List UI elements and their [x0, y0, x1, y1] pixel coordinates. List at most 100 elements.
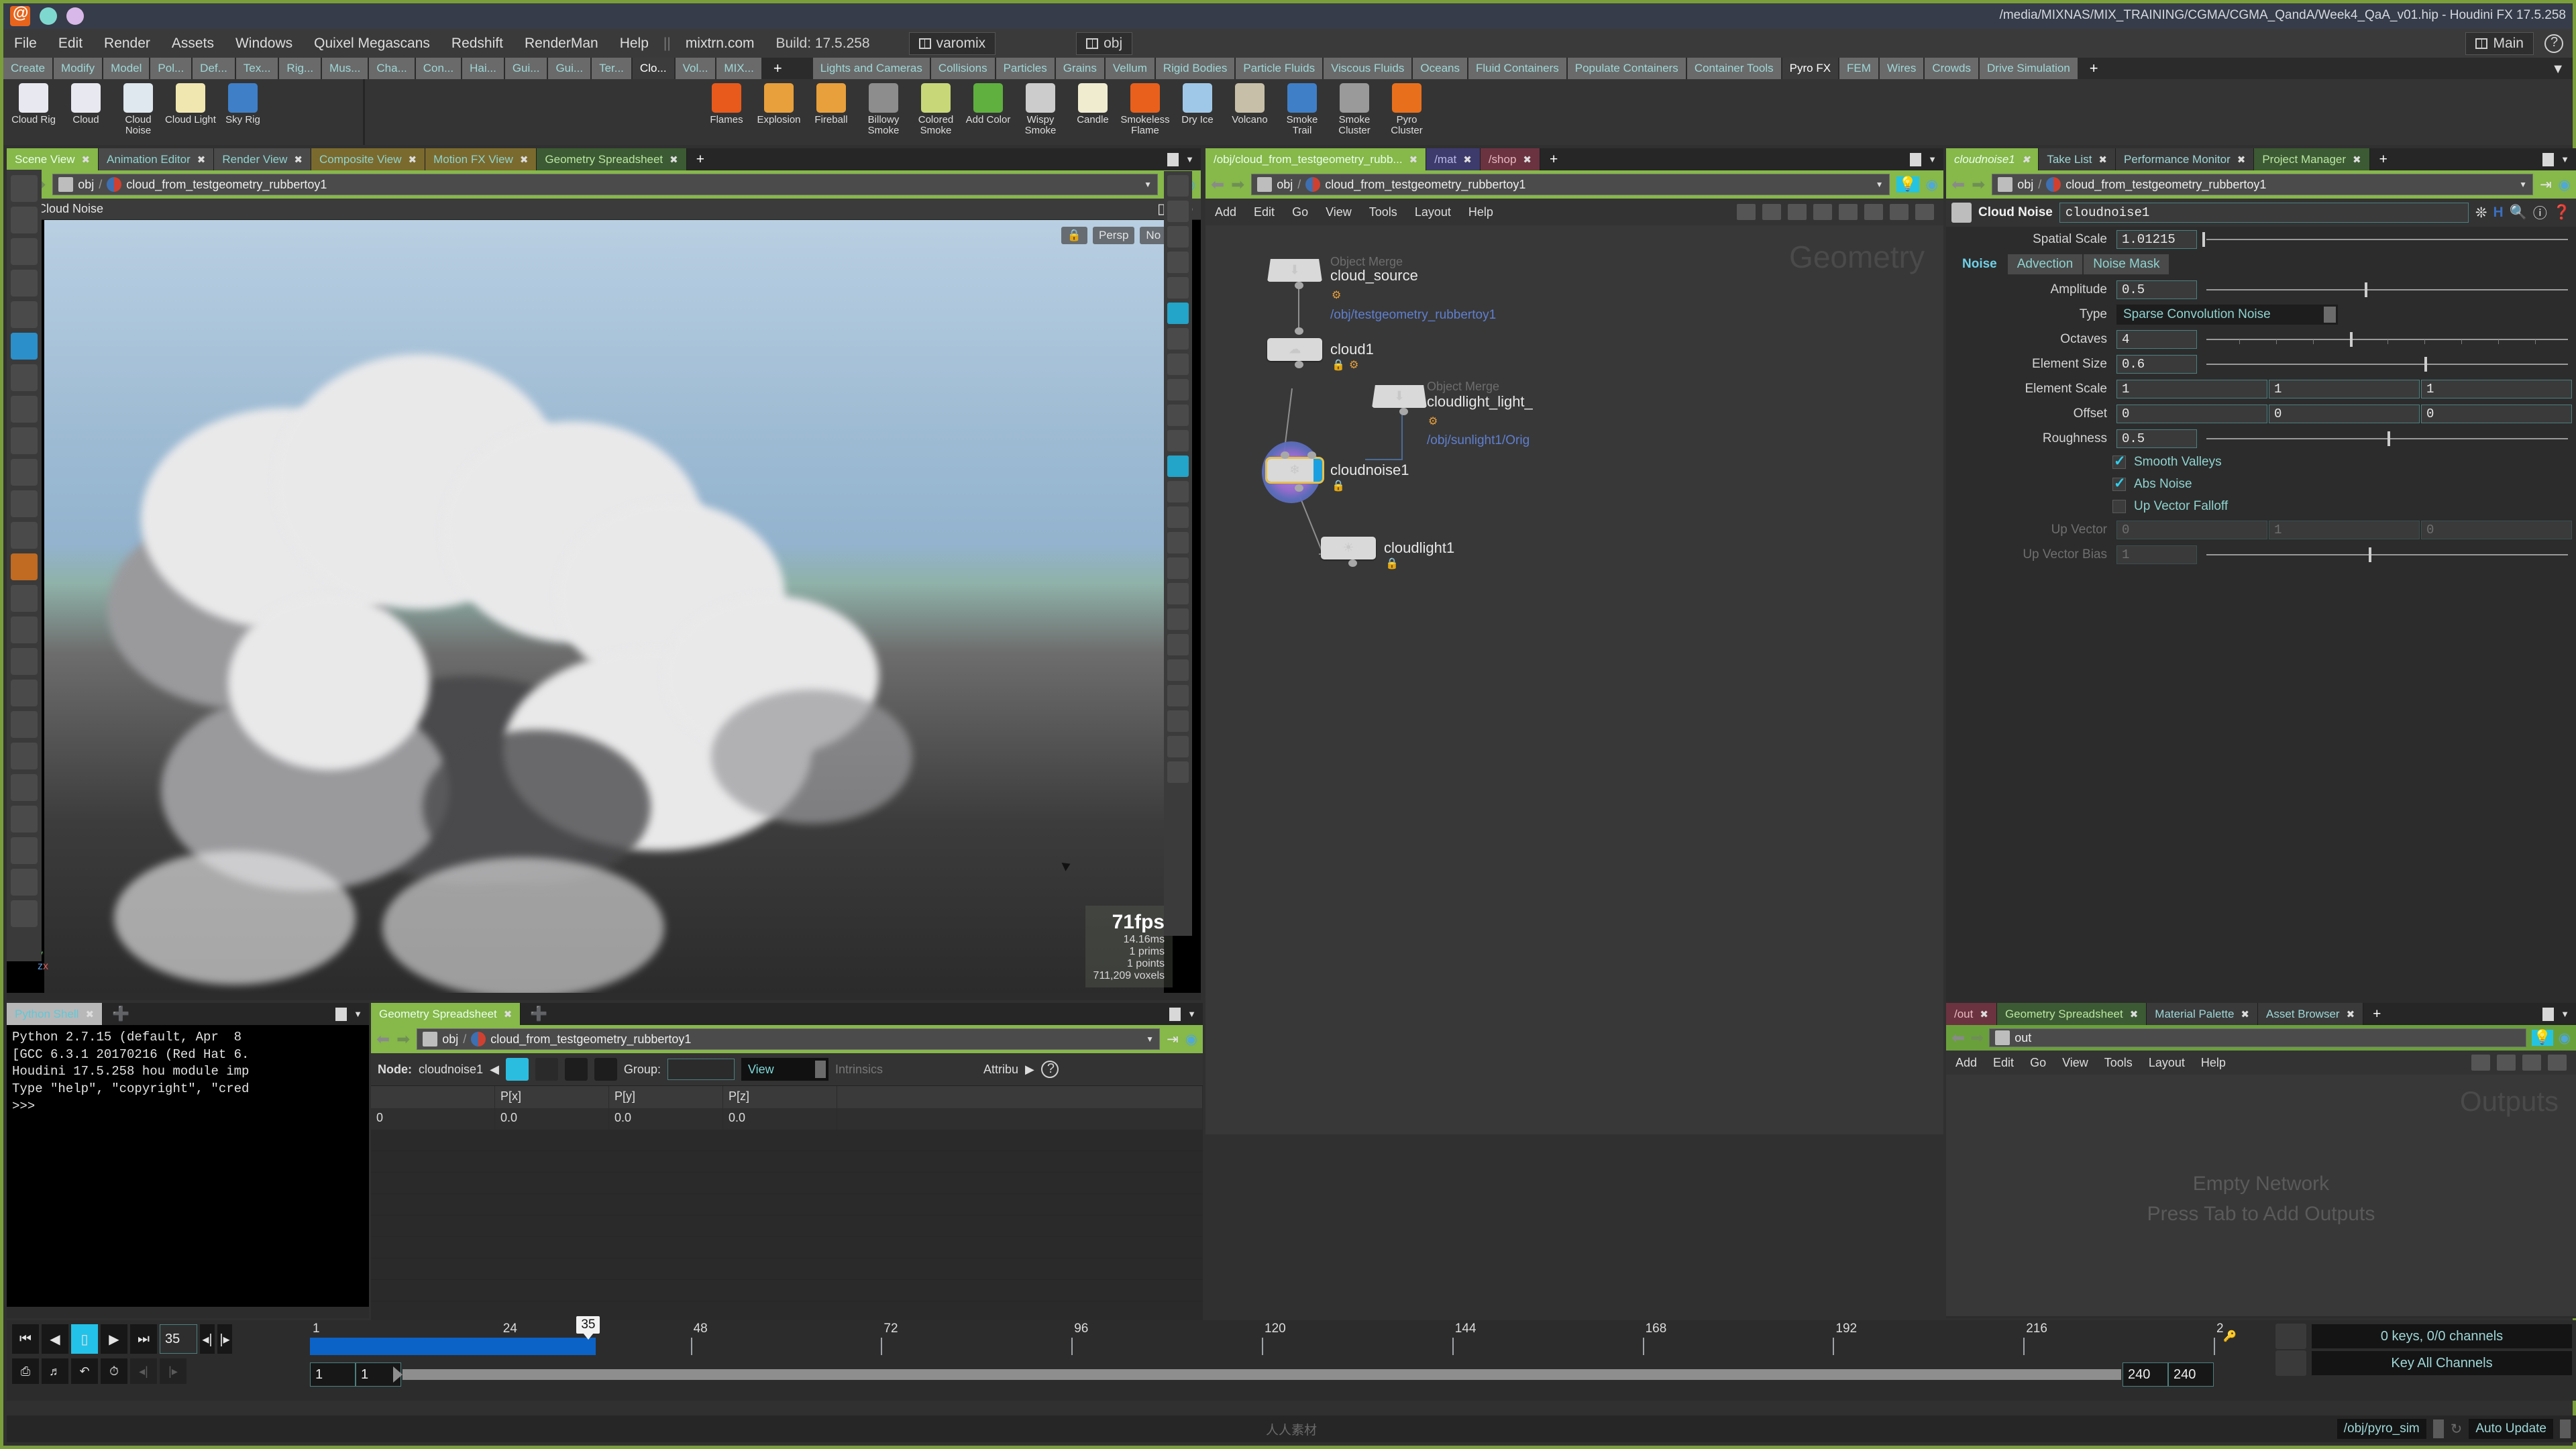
param-input[interactable]: 0.6 — [2116, 354, 2197, 374]
help-icon[interactable]: ❓ — [2553, 205, 2571, 221]
help-icon[interactable] — [1915, 204, 1934, 220]
shelf-tool-volcano[interactable]: Volcano — [1224, 83, 1276, 125]
snapshot-icon[interactable]: ⎙ — [12, 1358, 39, 1384]
houdini-h-icon[interactable]: H — [2493, 205, 2504, 221]
refresh-icon[interactable]: ↻ — [2451, 1421, 2463, 1438]
param-inner-tab-noise[interactable]: Noise — [1953, 254, 2006, 274]
layout-2-icon[interactable] — [1813, 204, 1832, 220]
shelf-tab-con-[interactable]: Con... — [415, 58, 463, 79]
param-checkbox-abs-noise[interactable]: Abs Noise — [1946, 473, 2576, 495]
layout-2-icon[interactable] — [2548, 1055, 2567, 1071]
group-input[interactable] — [667, 1059, 735, 1080]
shelf-tool-cloud-light[interactable]: Cloud Light — [164, 83, 217, 125]
shelf-tab-fluid-containers[interactable]: Fluid Containers — [1468, 58, 1568, 79]
key-button[interactable]: 🔑 — [2223, 1330, 2270, 1343]
range-end-input[interactable]: 240 — [2123, 1362, 2168, 1387]
node-display-flag[interactable] — [1313, 459, 1322, 482]
info-icon[interactable]: ⓘ — [2533, 203, 2547, 223]
hud-icon[interactable] — [1167, 430, 1189, 451]
shelf-tab-vol-[interactable]: Vol... — [675, 58, 717, 79]
param-input[interactable]: 0.5 — [2116, 280, 2197, 299]
shelf-tab-model[interactable]: Model — [103, 58, 151, 79]
add-tab-icon[interactable]: ➕ — [521, 1003, 557, 1025]
param-input-z[interactable]: 1 — [2421, 379, 2572, 398]
shelf-tool-billowy-smoke[interactable]: Billowy Smoke — [857, 83, 910, 136]
pane-menu-icon[interactable]: ▼ — [1185, 154, 1194, 164]
menu-edit[interactable]: Edit — [1254, 205, 1275, 219]
param-tab-cloudnoise1[interactable]: cloudnoise1 ✖ — [1946, 148, 2039, 170]
add-shelf-tab-icon-2[interactable]: + — [2079, 58, 2109, 79]
primitives-mode-icon[interactable] — [564, 1058, 588, 1081]
out-tab-geometry-spreadsheet[interactable]: Geometry Spreadsheet ✖ — [1996, 1003, 2147, 1025]
flip-icon[interactable] — [1167, 583, 1189, 604]
network-editor-canvas[interactable]: Geometry ⬇ Object Merge cloud_source ⚙ /… — [1205, 225, 1943, 1134]
menu-view[interactable]: View — [1326, 205, 1352, 219]
add-tab-icon[interactable]: + — [2363, 1003, 2390, 1025]
scale-icon[interactable] — [11, 333, 38, 360]
shelf-tool-dry-ice[interactable]: Dry Ice — [1171, 83, 1224, 125]
menu-render[interactable]: Render — [93, 36, 161, 52]
shelf-tool-flames[interactable]: Flames — [700, 83, 753, 125]
gear-icon[interactable]: ❊ — [2475, 205, 2487, 221]
menu-help[interactable]: Help — [1468, 205, 1493, 219]
param-input-z[interactable]: 0 — [2421, 520, 2572, 539]
shelf-tab-collisions[interactable]: Collisions — [930, 58, 996, 79]
shading-icon[interactable] — [1167, 226, 1189, 248]
pane-menu-icon[interactable]: ▼ — [1187, 1009, 1196, 1019]
param-menu[interactable]: Sparse Convolution Noise — [2116, 304, 2338, 325]
time-icon[interactable]: ⏱ — [101, 1358, 127, 1384]
shelf-tool-smoke-trail[interactable]: Smoke Trail — [1276, 83, 1328, 136]
shelf-tab-container-tools[interactable]: Container Tools — [1686, 58, 1782, 79]
view-icon[interactable] — [11, 238, 38, 265]
display-icon[interactable] — [1864, 204, 1883, 220]
frame-icon[interactable] — [1167, 532, 1189, 553]
maximize-pane-icon[interactable] — [1910, 152, 1922, 166]
scene-view-path-field[interactable]: obj / cloud_from_testgeometry_rubbertoy1… — [52, 174, 1159, 195]
update-mode-spinner[interactable] — [2560, 1419, 2571, 1438]
param-slider[interactable] — [2202, 331, 2572, 348]
shelf-tool-cloud-noise[interactable]: Cloud Noise — [112, 83, 164, 136]
param-slider[interactable] — [2202, 546, 2572, 564]
close-icon[interactable]: ✖ — [2347, 1008, 2355, 1020]
close-icon[interactable]: ✖ — [409, 154, 417, 166]
param-slider[interactable] — [2202, 231, 2572, 248]
paint-icon[interactable] — [11, 553, 38, 580]
shelf-overflow-arrow[interactable]: ▼ — [2551, 62, 2565, 77]
shelf-tool-sky-rig[interactable]: Sky Rig — [217, 83, 269, 125]
shelf-tab-particles[interactable]: Particles — [996, 58, 1056, 79]
sphere-icon[interactable] — [11, 459, 38, 486]
shelf-tab-populate-containers[interactable]: Populate Containers — [1567, 58, 1687, 79]
forward-arrow-icon[interactable]: ➡ — [1972, 175, 1985, 195]
zoom-icon[interactable] — [1167, 736, 1189, 757]
lasso-icon[interactable] — [11, 396, 38, 423]
help-circle-icon[interactable] — [1040, 1061, 1059, 1078]
netedit-tab-2[interactable]: /shop ✖ — [1480, 148, 1540, 170]
uv-icon[interactable] — [1167, 277, 1189, 299]
close-icon[interactable]: ✖ — [1463, 154, 1472, 166]
shelf-tab-pol-[interactable]: Pol... — [150, 58, 193, 79]
maximize-pane-icon[interactable] — [1167, 152, 1179, 166]
menu-file[interactable]: File — [3, 36, 48, 52]
forward-arrow-icon[interactable]: ➡ — [1231, 175, 1244, 195]
ghost-icon[interactable] — [1167, 201, 1189, 222]
shelf-tab-oceans[interactable]: Oceans — [1413, 58, 1468, 79]
tab-render-view[interactable]: Render View ✖ — [214, 148, 311, 170]
shelf-tab-clo-[interactable]: Clo... — [632, 58, 676, 79]
network-path-display[interactable]: /obj/pyro_sim — [2337, 1419, 2426, 1439]
slider-handle[interactable] — [2387, 431, 2390, 446]
fit-icon[interactable] — [1167, 761, 1189, 783]
shelf-tab-vellum[interactable]: Vellum — [1105, 58, 1156, 79]
tab-animation-editor[interactable]: Animation Editor ✖ — [99, 148, 215, 170]
layout-1-icon[interactable] — [1788, 204, 1807, 220]
path-bulb-icon[interactable]: 💡 — [1896, 176, 1919, 193]
search-icon[interactable]: 🔍 — [2510, 205, 2527, 221]
geosheet-path-field[interactable]: obj / cloud_from_testgeometry_rubbertoy1… — [417, 1028, 1161, 1050]
detail-mode-icon[interactable] — [594, 1058, 617, 1081]
add-tab-icon[interactable]: ➕ — [103, 1003, 139, 1025]
param-checkbox-up-vector-falloff[interactable]: Up Vector Falloff — [1946, 495, 2576, 517]
wireframe-icon[interactable] — [1167, 252, 1189, 273]
shelf-tab-wires[interactable]: Wires — [1879, 58, 1925, 79]
list-icon[interactable] — [2497, 1055, 2516, 1071]
node-prev-icon[interactable]: ◀ — [490, 1063, 499, 1077]
list-icon[interactable] — [1762, 204, 1781, 220]
